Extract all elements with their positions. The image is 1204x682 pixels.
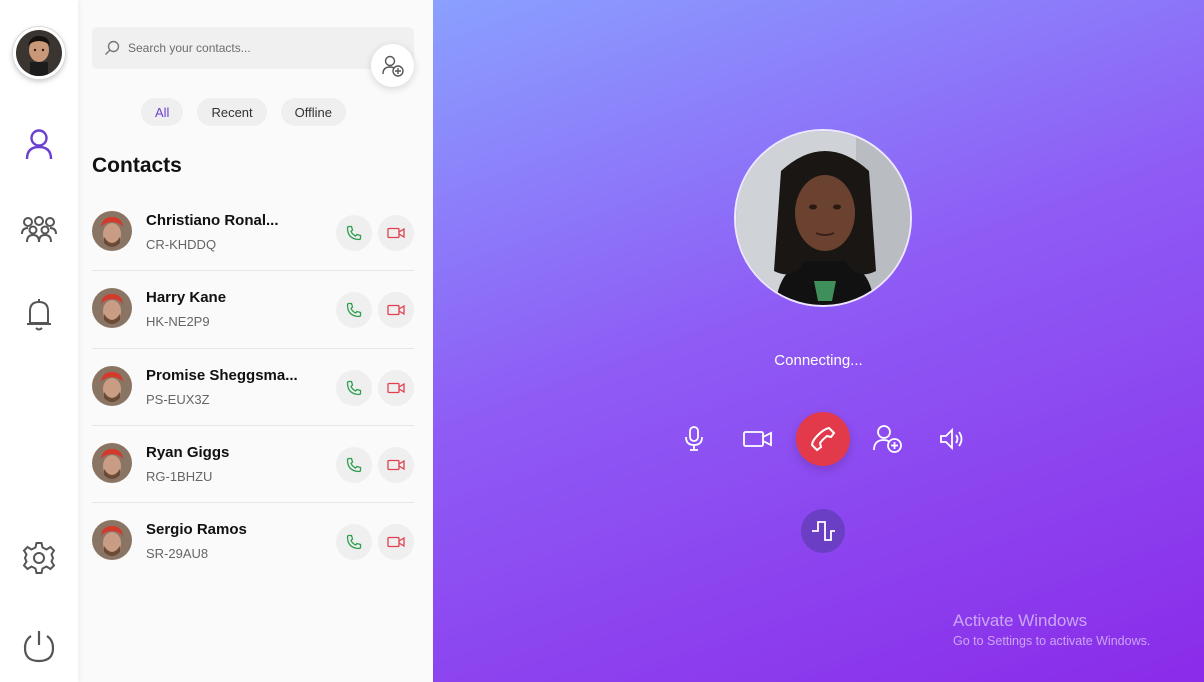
- video-call-button[interactable]: [378, 369, 414, 406]
- switch-camera-button[interactable]: [801, 509, 845, 553]
- speaker-button[interactable]: [935, 422, 969, 456]
- voice-call-button[interactable]: [336, 369, 372, 406]
- add-person-icon: [873, 425, 902, 453]
- contact-id: RG-1BHZU: [146, 468, 213, 484]
- nav-contacts[interactable]: [19, 124, 59, 164]
- contact-avatar: [92, 288, 132, 329]
- contact-avatar: [92, 365, 132, 406]
- voice-call-button[interactable]: [336, 292, 372, 329]
- video-toggle-button[interactable]: [741, 422, 775, 456]
- contact-id: CR-KHDDQ: [146, 237, 217, 252]
- contact-row[interactable]: Promise Sheggsma... PS-EUX3Z: [92, 349, 414, 426]
- phone-icon: [346, 380, 362, 395]
- phone-icon: [346, 225, 362, 241]
- microphone-icon: [685, 426, 703, 451]
- filter-offline[interactable]: Offline: [280, 98, 346, 126]
- contact-row[interactable]: Ryan Giggs RG-1BHZU: [92, 426, 414, 504]
- contact-list: Christiano Ronal... CR-KHDDQ Harry Kane …: [92, 194, 414, 580]
- contact-row[interactable]: Harry Kane HK-NE2P9: [92, 271, 414, 349]
- add-contact-button[interactable]: [371, 44, 414, 87]
- video-camera-icon: [387, 537, 405, 548]
- filter-recent[interactable]: Recent: [197, 98, 267, 126]
- video-call-button[interactable]: [378, 446, 414, 483]
- contact-id: HK-NE2P9: [146, 314, 210, 330]
- voice-call-button[interactable]: [336, 524, 372, 561]
- power-icon: [23, 631, 55, 663]
- search-icon: [105, 40, 120, 55]
- end-call-icon: [810, 426, 836, 452]
- gear-icon: [22, 542, 56, 574]
- contacts-panel: All Recent Offline Contacts Christiano R…: [78, 0, 433, 682]
- nav-logout[interactable]: [19, 626, 59, 666]
- video-call-button[interactable]: [378, 524, 414, 561]
- contact-avatar: [92, 442, 132, 483]
- speaker-icon: [940, 428, 963, 450]
- activation-watermark-subtitle: Go to Settings to activate Windows.: [953, 634, 1151, 648]
- search-input[interactable]: [128, 27, 358, 69]
- call-status: Connecting...: [774, 352, 863, 369]
- filter-tabs: All Recent Offline: [141, 98, 346, 126]
- icon-rail: [0, 0, 78, 682]
- contact-name: Ryan Giggs: [146, 443, 230, 461]
- end-call-button[interactable]: [796, 412, 850, 466]
- contact-avatar: [92, 211, 132, 251]
- contact-id: SR-29AU8: [146, 546, 209, 562]
- caller-avatar: [734, 129, 912, 307]
- activation-watermark-title: Activate Windows: [953, 611, 1088, 630]
- add-person-icon: [381, 55, 404, 77]
- bell-icon: [27, 299, 51, 331]
- filter-all[interactable]: All: [141, 98, 184, 126]
- flip-icon: [812, 521, 835, 541]
- phone-icon: [346, 303, 362, 318]
- contact-avatar: [92, 520, 132, 561]
- nav-settings[interactable]: [19, 538, 59, 578]
- voice-call-button[interactable]: [336, 215, 372, 251]
- contact-name: Promise Sheggsma...: [146, 366, 298, 384]
- group-icon: [21, 216, 57, 243]
- video-camera-icon: [387, 305, 405, 316]
- user-avatar[interactable]: [13, 27, 65, 79]
- contact-name: Christiano Ronal...: [146, 212, 279, 229]
- video-camera-icon: [387, 382, 405, 393]
- phone-icon: [346, 535, 362, 550]
- contact-row[interactable]: Christiano Ronal... CR-KHDDQ: [92, 194, 414, 272]
- video-camera-icon: [387, 459, 405, 471]
- video-camera-icon: [387, 227, 405, 239]
- contact-id: PS-EUX3Z: [146, 391, 210, 407]
- voice-call-button[interactable]: [336, 446, 372, 483]
- video-call-button[interactable]: [378, 215, 414, 251]
- mute-button[interactable]: [677, 422, 711, 456]
- add-participant-button[interactable]: [871, 422, 905, 456]
- search-bar: [92, 27, 414, 69]
- person-icon: [25, 129, 53, 160]
- phone-icon: [346, 457, 362, 473]
- contact-row[interactable]: Sergio Ramos SR-29AU8: [92, 503, 414, 580]
- video-call-button[interactable]: [378, 292, 414, 329]
- contacts-heading: Contacts: [92, 154, 182, 177]
- contact-name: Sergio Ramos: [146, 521, 247, 539]
- call-pane: Connecting... Activate Windows Go to Set…: [433, 0, 1204, 682]
- contact-name: Harry Kane: [146, 289, 227, 307]
- video-camera-icon: [743, 431, 772, 447]
- nav-groups[interactable]: [19, 209, 59, 249]
- nav-notifications[interactable]: [19, 294, 59, 334]
